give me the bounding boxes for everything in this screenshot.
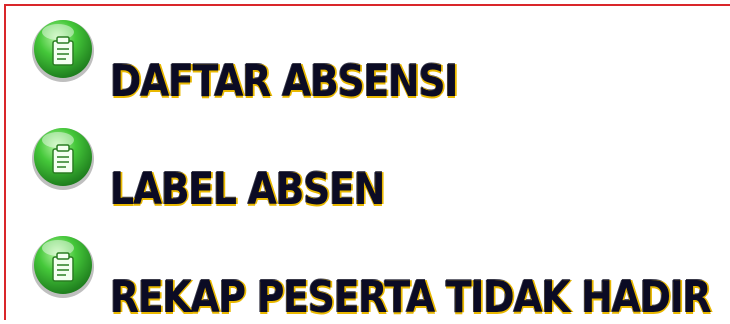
menu-item-label: DAFTAR ABSENSI xyxy=(110,56,458,107)
menu-item-label: REKAP PESERTA TIDAK HADIR xyxy=(110,272,712,323)
menu-panel: DAFTAR ABSENSI LABEL ABSEN REKAP PESERTA… xyxy=(4,4,730,323)
green-document-icon xyxy=(28,122,98,192)
menu-item-label: LABEL ABSEN xyxy=(110,164,385,215)
menu-item-label-absen[interactable]: LABEL ABSEN xyxy=(6,114,730,215)
menu-item-daftar-absensi[interactable]: DAFTAR ABSENSI xyxy=(6,6,730,107)
menu-item-rekap-peserta[interactable]: REKAP PESERTA TIDAK HADIR xyxy=(6,222,730,323)
green-document-icon xyxy=(28,14,98,84)
green-document-icon xyxy=(28,230,98,300)
